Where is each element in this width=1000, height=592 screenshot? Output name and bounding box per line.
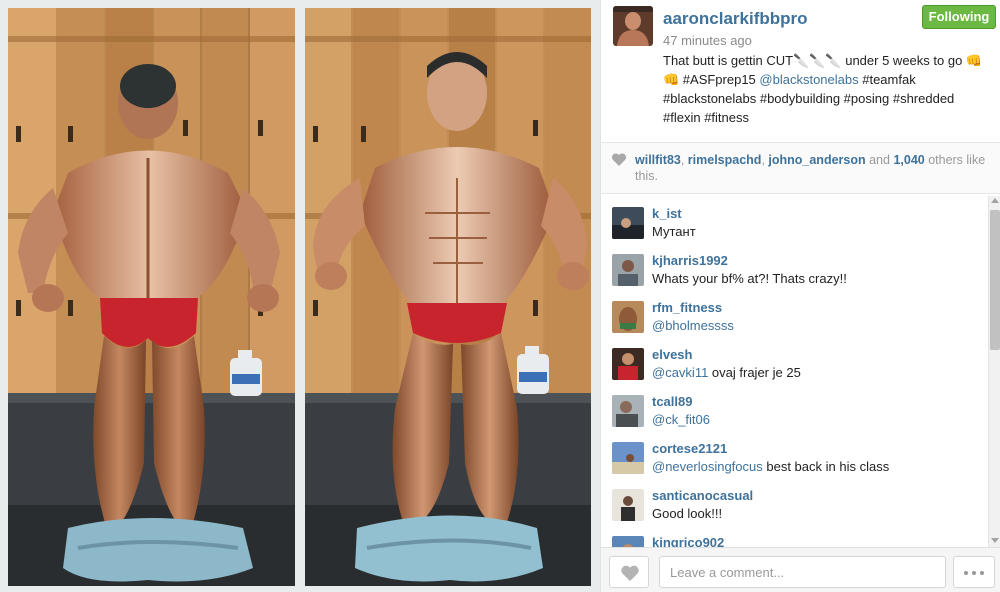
comment-item: santicanocasual Good look!!! [601, 477, 987, 524]
comment-username[interactable]: cortese2121 [652, 441, 727, 456]
comment-item: elvesh @cavki11 ovaj frajer je 25 [601, 336, 987, 383]
photo-panel-back-pose [8, 8, 295, 586]
avatar[interactable] [612, 254, 644, 286]
avatar[interactable] [612, 489, 644, 521]
post-photo[interactable] [0, 0, 600, 592]
comment-item: tcall89 @ck_fit06 [601, 383, 987, 430]
comment-username[interactable]: santicanocasual [652, 488, 753, 503]
comment-item: k_ist Мутант [601, 195, 987, 242]
collage-divider [295, 0, 305, 592]
comment-username[interactable]: tcall89 [652, 394, 692, 409]
comment-mention[interactable]: @bholmessss [652, 318, 734, 333]
avatar[interactable] [612, 207, 644, 239]
avatar-image [613, 6, 653, 46]
avatar[interactable] [612, 301, 644, 333]
following-button[interactable]: Following [922, 5, 996, 29]
avatar[interactable] [612, 536, 644, 547]
comment-username[interactable]: k_ist [652, 206, 682, 221]
comment-mention[interactable]: @ck_fit06 [652, 412, 710, 427]
likes-count[interactable]: 1,040 [893, 153, 924, 167]
liker-link[interactable]: rimelspachd [688, 153, 762, 167]
likes-and: and [865, 153, 894, 167]
heart-icon [611, 152, 627, 172]
scroll-thumb[interactable] [990, 210, 1000, 350]
comment-bar [601, 547, 1000, 592]
back-pose-illustration [8, 8, 295, 586]
comment-text: Good look!!! [652, 506, 722, 521]
post-header: aaronclarkifbbpro 47 minutes ago Followi… [601, 0, 1000, 142]
likes-separator: , [680, 153, 688, 167]
photo-border [591, 0, 600, 592]
photo-panel-front-pose [305, 8, 591, 586]
comment-text: @ck_fit06 [652, 412, 710, 427]
comment-text: @bholmessss [652, 318, 734, 333]
comment-text: @neverlosingfocus best back in his class [652, 459, 889, 474]
comment-text: Whats your bf% at?! Thats crazy!! [652, 271, 847, 286]
comment-item: kingrico902 [601, 524, 987, 547]
comment-mention[interactable]: @neverlosingfocus [652, 459, 763, 474]
comment-body: Good look!!! [652, 506, 723, 521]
caption-mention-link[interactable]: @blackstonelabs [759, 72, 858, 87]
like-button[interactable] [609, 556, 649, 588]
likes-summary: willfit83, rimelspachd, johno_anderson a… [601, 142, 1000, 194]
comments-scrollbar[interactable] [988, 196, 1000, 547]
post-timestamp: 47 minutes ago [663, 33, 752, 48]
heart-icon [620, 564, 640, 587]
comment-body: Мутант [652, 224, 696, 239]
avatar[interactable] [612, 442, 644, 474]
liker-link[interactable]: willfit83 [635, 153, 681, 167]
comment-text: @cavki11 ovaj frajer je 25 [652, 365, 801, 380]
comment-username[interactable]: rfm_fitness [652, 300, 722, 315]
scroll-up-arrow-icon[interactable] [991, 198, 999, 203]
comment-item: rfm_fitness @bholmessss [601, 289, 987, 336]
post-caption: That butt is gettin CUT🔪🔪🔪 under 5 weeks… [663, 51, 993, 127]
comment-username[interactable]: kjharris1992 [652, 253, 728, 268]
comment-username[interactable]: elvesh [652, 347, 692, 362]
post-sidebar: aaronclarkifbbpro 47 minutes ago Followi… [600, 0, 1000, 592]
more-options-button[interactable] [953, 556, 995, 588]
comments-list[interactable]: k_ist Мутант kjharris1992 Whats your bf%… [601, 195, 987, 547]
comment-input[interactable] [659, 556, 946, 588]
comment-mention[interactable]: @cavki11 [652, 365, 708, 380]
ellipsis-icon [972, 571, 976, 575]
avatar[interactable] [613, 6, 653, 46]
scroll-down-arrow-icon[interactable] [991, 538, 999, 543]
likes-text: willfit83, rimelspachd, johno_anderson a… [635, 152, 991, 184]
avatar[interactable] [612, 348, 644, 380]
ellipsis-icon [964, 571, 968, 575]
comment-item: cortese2121 @neverlosingfocus best back … [601, 430, 987, 477]
comment-text: Мутант [652, 224, 696, 239]
liker-link[interactable]: johno_anderson [768, 153, 865, 167]
ellipsis-icon [980, 571, 984, 575]
comment-body: best back in his class [762, 459, 890, 474]
front-pose-illustration [305, 8, 591, 586]
comment-body: Whats your bf% at?! Thats crazy!! [652, 271, 847, 286]
comment-body: ovaj frajer je 25 [708, 365, 801, 380]
comment-item: kjharris1992 Whats your bf% at?! Thats c… [601, 242, 987, 289]
comment-username[interactable]: kingrico902 [652, 535, 724, 547]
avatar[interactable] [612, 395, 644, 427]
post-username[interactable]: aaronclarkifbbpro [663, 9, 808, 29]
photo-border [0, 0, 8, 592]
